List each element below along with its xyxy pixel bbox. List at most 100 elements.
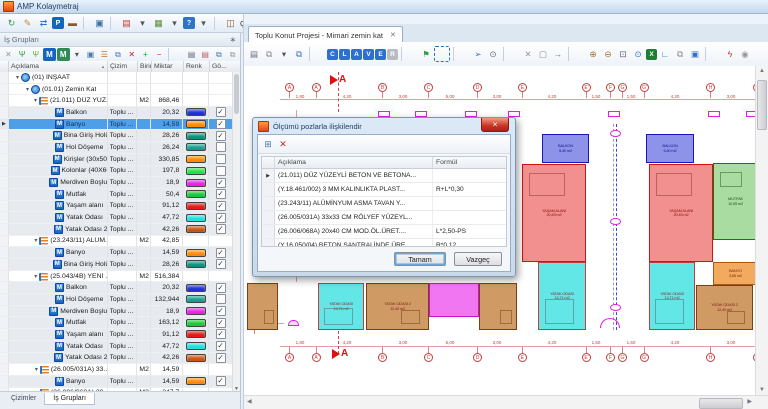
- room-banyo[interactable]: BANYO 3,65 m2: [713, 262, 758, 285]
- scroll-right-icon[interactable]: ▶: [747, 398, 752, 405]
- layer-c-button[interactable]: C: [327, 49, 338, 60]
- separator[interactable]: [503, 47, 518, 61]
- separator[interactable]: [568, 47, 583, 61]
- column-header-cizim[interactable]: Çizim: [108, 61, 138, 72]
- eye-icon[interactable]: ◉: [738, 47, 752, 61]
- tree-row[interactable]: Kirişler (30x50) Toplu ... 330,85: [0, 154, 232, 166]
- column-header-renk[interactable]: Renk: [184, 61, 210, 72]
- room-mutfak[interactable]: MUTFAK 10,95 m2: [713, 163, 758, 240]
- copy-item-icon[interactable]: ⧉: [112, 48, 125, 61]
- delete-assignment-icon[interactable]: ✕: [276, 137, 290, 151]
- tree-row[interactable]: Mutfak Toplu ... 50,4: [0, 189, 232, 201]
- table-icon[interactable]: ▦: [151, 16, 166, 31]
- tree-row[interactable]: Balkon Toplu ... 20,32: [0, 282, 232, 294]
- add-icon[interactable]: +: [139, 48, 152, 61]
- tree-row[interactable]: Balkon Toplu ... 20,32: [0, 107, 232, 119]
- zoom-page-icon[interactable]: ⊡: [616, 47, 630, 61]
- vertical-scrollbar[interactable]: ▲ ▼: [755, 66, 768, 395]
- assign-icon[interactable]: ⊞: [261, 137, 275, 151]
- image-icon[interactable]: ▣: [84, 48, 97, 61]
- pin-icon[interactable]: ∗: [230, 35, 236, 44]
- remove-icon[interactable]: ✕: [125, 48, 138, 61]
- page-icon[interactable]: ▢: [536, 47, 550, 61]
- room-merdiven-boslugu[interactable]: [429, 283, 479, 317]
- separator[interactable]: [168, 48, 182, 61]
- tree-row[interactable]: Kolonlar (40X60) Toplu ... 197,8: [0, 166, 232, 178]
- copy-icon[interactable]: ⧉: [262, 47, 276, 61]
- layer-r-button[interactable]: R: [387, 49, 398, 60]
- print-icon[interactable]: ▤: [247, 47, 261, 61]
- tree-row[interactable]: ▾ (01.01) Zemin Kat: [0, 84, 232, 96]
- visibility-checkbox[interactable]: [216, 142, 226, 152]
- dialog-row[interactable]: (26.006/068A) 20x40 CM MOD.ÖL.ÜRET.... L…: [262, 225, 506, 239]
- go-icon[interactable]: →: [551, 47, 565, 61]
- column-header-aciklama[interactable]: Açıklama▲: [9, 61, 108, 72]
- separator[interactable]: [401, 47, 416, 61]
- print-icon[interactable]: ▤: [185, 48, 198, 61]
- visibility-checkbox[interactable]: [216, 259, 226, 269]
- tree-row[interactable]: Banyo Toplu ... 14,59: [0, 376, 232, 388]
- visibility-checkbox[interactable]: [216, 248, 226, 258]
- export-icon[interactable]: M: [57, 48, 70, 61]
- visibility-checkbox[interactable]: [216, 353, 226, 363]
- dialog-close-button[interactable]: ✕: [481, 118, 509, 132]
- column-header-birim[interactable]: Birim: [138, 61, 152, 72]
- tree-row[interactable]: ▾ (26.005/031A) 33... M2 14,59: [0, 364, 232, 376]
- monitor-icon[interactable]: ▣: [92, 16, 107, 31]
- zoom-out-icon[interactable]: ⊖: [601, 47, 615, 61]
- tree-row[interactable]: ▾ (01) İNŞAAT: [0, 72, 232, 84]
- visibility-checkbox[interactable]: [216, 376, 226, 386]
- visibility-checkbox[interactable]: [216, 178, 226, 188]
- dropdown-caret[interactable]: ▾: [196, 16, 211, 31]
- document-tab[interactable]: Toplu Konut Projesi - Mimari zemin kat ✕: [248, 26, 403, 43]
- panel-tab[interactable]: Çizimler: [3, 393, 44, 404]
- visibility-checkbox[interactable]: [216, 107, 226, 117]
- visibility-checkbox[interactable]: [216, 306, 226, 316]
- separator[interactable]: [309, 47, 324, 61]
- horizontal-scrollbar[interactable]: ◀ ▶: [244, 395, 768, 409]
- tree-scrollbar[interactable]: ▼: [232, 72, 240, 392]
- measurement-icon[interactable]: M: [43, 48, 56, 61]
- tree-row[interactable]: ▶ Banyo Toplu ... 14,59: [0, 119, 232, 131]
- edit-folder-icon[interactable]: ✎: [20, 16, 35, 31]
- visibility-checkbox[interactable]: [216, 166, 226, 176]
- dialog-row[interactable]: (Y.16.050/04) BETON SANTRALİNDE ÜRE... R…: [262, 239, 506, 247]
- help-icon[interactable]: ?: [183, 17, 195, 29]
- column-header-formul[interactable]: Formül: [433, 157, 506, 168]
- tab-close-icon[interactable]: ✕: [390, 31, 396, 39]
- windows-icon[interactable]: ⧉: [673, 47, 687, 61]
- room-yatak-odasi-2[interactable]: YATAK ODASI 2 12,40 m2: [366, 283, 429, 330]
- visibility-checkbox[interactable]: [216, 213, 226, 223]
- paste-icon[interactable]: ⧉: [226, 48, 239, 61]
- tree-row[interactable]: Merdiven Boşluğu Toplu ... 18,9: [0, 306, 232, 318]
- pages-icon[interactable]: ⧉: [292, 47, 306, 61]
- wallet-icon[interactable]: ▬: [65, 16, 80, 31]
- room-yatak-odasi-2b[interactable]: [479, 283, 517, 330]
- visibility-checkbox[interactable]: [216, 329, 226, 339]
- zoom-icon[interactable]: ⊙: [486, 47, 500, 61]
- separator[interactable]: [83, 17, 89, 30]
- selection-box-icon[interactable]: [434, 46, 450, 62]
- flag-icon[interactable]: ⚑: [419, 47, 433, 61]
- room-balkon[interactable]: BALKON 5,40 m2: [542, 134, 589, 163]
- tree-row[interactable]: Yatak Odası 2 Toplu ... 42,26: [0, 224, 232, 236]
- room-yatak-odasi-2c[interactable]: YATAK ODASI 2 12,40 m2: [696, 285, 753, 330]
- dropdown-caret[interactable]: ▾: [135, 16, 150, 31]
- dropdown-caret[interactable]: ▾: [71, 48, 84, 61]
- visibility-checkbox[interactable]: [216, 154, 226, 164]
- ruler-icon[interactable]: ∟: [658, 47, 672, 61]
- scroll-up-icon[interactable]: ▲: [756, 68, 768, 74]
- layer-a-button[interactable]: A: [351, 49, 362, 60]
- separator[interactable]: [453, 47, 468, 61]
- cancel-button[interactable]: Vazgeç: [454, 252, 502, 266]
- zoom-in-icon[interactable]: ⊕: [586, 47, 600, 61]
- tree-row[interactable]: Yatak Odası Toplu ... 47,72: [0, 212, 232, 224]
- poz-icon[interactable]: P: [52, 17, 64, 29]
- scrollbar-thumb[interactable]: [757, 80, 767, 130]
- workgroup-tree-icon[interactable]: Ψ: [16, 48, 29, 61]
- layer-l-button[interactable]: L: [339, 49, 350, 60]
- visibility-checkbox[interactable]: [216, 318, 226, 328]
- separator[interactable]: [214, 17, 220, 30]
- sync-icon[interactable]: ⇄: [36, 16, 51, 31]
- expander-icon[interactable]: ▾: [14, 74, 21, 81]
